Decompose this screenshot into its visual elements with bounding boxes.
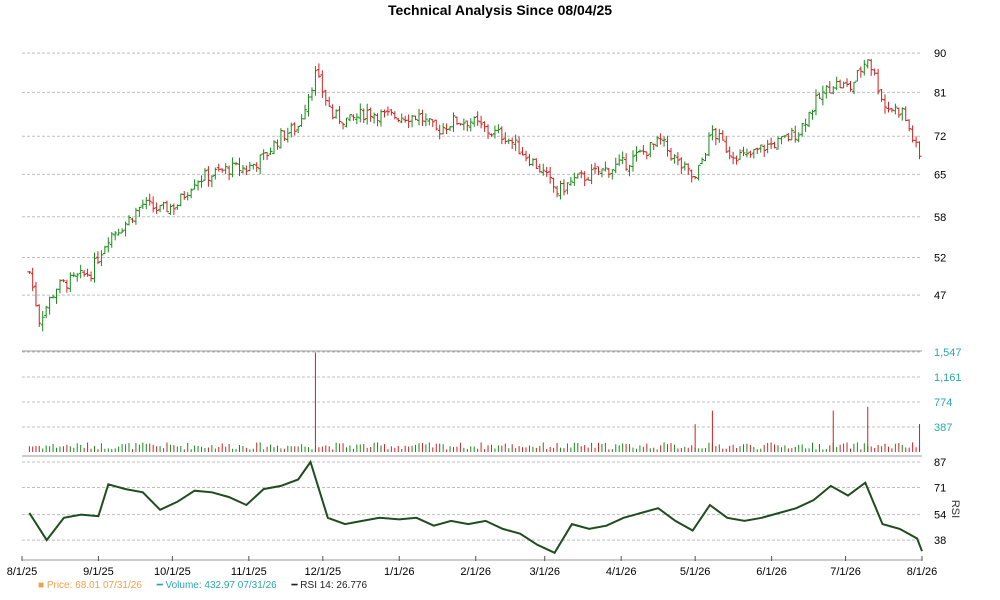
x-tick-label: 5/1/26 [680, 566, 711, 578]
rsi-line [28, 459, 923, 555]
legend-price: ■ Price: 68.01 07/31/26 [38, 580, 142, 591]
rsi-axis-label: RSI [949, 500, 961, 518]
price-tick-label: 90 [934, 48, 946, 60]
volume-tick-label: 387 [934, 422, 952, 434]
chart-canvas: 90 81 72 65 58 52 47 1,547 1,161 774 387 87 71 54 38 RS… [7, 48, 962, 578]
x-tick-label: 7/1/26 [830, 566, 861, 578]
price-tick-label: 58 [934, 212, 946, 224]
x-tick-label: 1/1/26 [384, 566, 415, 578]
rsi-tick-label: 38 [934, 535, 946, 547]
price-bars [27, 58, 922, 332]
x-tick-label: 8/1/26 [907, 566, 938, 578]
volume-tick-label: 774 [934, 397, 952, 409]
x-tick-label: 4/1/26 [606, 566, 637, 578]
grid-layer [21, 52, 923, 561]
legend-volume: ━ Volume: 432.97 07/31/26 [156, 580, 277, 591]
rsi-tick-label: 87 [934, 457, 946, 469]
rsi-tick-label: 71 [934, 482, 946, 494]
legend: ■ Price: 68.01 07/31/26 ━ Volume: 432.97… [38, 580, 379, 591]
x-tick-label: 10/1/25 [154, 566, 191, 578]
x-tick-label: 3/1/26 [529, 566, 560, 578]
x-tick-label: 2/1/26 [460, 566, 491, 578]
price-tick-label: 72 [934, 131, 946, 143]
rsi-series-line [28, 459, 923, 555]
price-tick-label: 47 [934, 290, 946, 302]
rsi-tick-label: 54 [934, 510, 946, 522]
price-tick-label: 52 [934, 252, 946, 264]
price-tick-label: 81 [934, 87, 946, 99]
x-tick-label: 6/1/26 [756, 566, 787, 578]
x-tick-label: 8/1/25 [7, 566, 38, 578]
x-tick-label: 11/1/25 [231, 566, 267, 578]
x-tick-label: 12/1/25 [304, 566, 341, 578]
volume-tick-label: 1,547 [934, 347, 962, 359]
legend-rsi: ━ RSI 14: 26.776 [291, 580, 368, 591]
price-tick-label: 65 [934, 169, 946, 181]
x-tick-label: 9/1/25 [83, 566, 114, 578]
volume-tick-label: 1,161 [934, 372, 962, 384]
